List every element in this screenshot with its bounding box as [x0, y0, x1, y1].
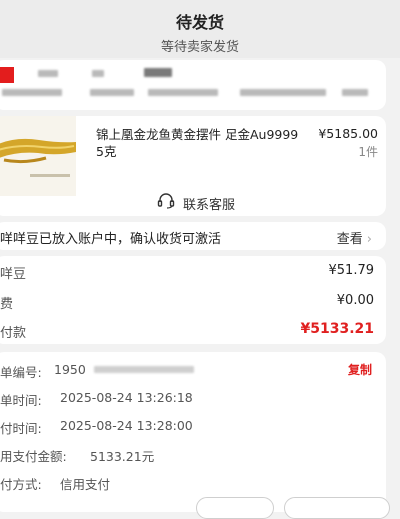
- paid-amount: ¥5133.21: [300, 321, 374, 337]
- product-name[interactable]: 锦上凰金龙鱼黄金摆件 足金Au9999 5克: [96, 126, 306, 160]
- status-title: 待发货: [175, 13, 224, 32]
- price-row-label: 费: [0, 297, 14, 312]
- redacted-text: [2, 89, 62, 96]
- bean-notice-card[interactable]: 咩咩豆已放入账户中，确认收货可激活 查看 ›: [0, 222, 386, 250]
- address-card[interactable]: [0, 60, 386, 110]
- price-row-label: 付款: [0, 326, 27, 341]
- detail-label: 付时间:: [0, 421, 42, 436]
- detail-value: 1950: [54, 362, 86, 377]
- customer-service-button[interactable]: 联系客服: [0, 191, 392, 215]
- detail-label: 付方式:: [0, 477, 42, 492]
- detail-value: 信用支付: [60, 477, 111, 492]
- price-row-value: ¥51.79: [328, 263, 375, 278]
- order-details-card: 复制 单编号: 1950 单时间: 2025-08-24 13:26:18 付时…: [0, 352, 386, 512]
- detail-label: 单时间:: [0, 393, 42, 408]
- detail-label: 用支付金额:: [0, 449, 67, 464]
- product-price: ¥5185.00: [318, 126, 378, 141]
- headset-icon: [157, 193, 175, 213]
- copy-button[interactable]: 复制: [348, 361, 372, 378]
- chevron-right-icon: ›: [366, 232, 372, 247]
- redacted-text: [240, 89, 326, 96]
- price-row-label: 咩豆: [0, 267, 27, 282]
- redacted-text: [38, 70, 58, 77]
- product-quantity: 1件: [358, 145, 378, 159]
- price-summary-card: 咩豆 ¥51.79 费 ¥0.00 付款 ¥5133.21: [0, 256, 386, 344]
- price-row-value: ¥0.00: [336, 293, 374, 308]
- status-subtitle: 等待卖家发货: [160, 40, 239, 55]
- detail-value: 2025-08-24 13:28:00: [60, 418, 193, 433]
- notice-text: 咩咩豆已放入账户中，确认收货可激活: [0, 232, 222, 247]
- redacted-text: [342, 89, 368, 96]
- view-link[interactable]: 查看 ›: [337, 228, 372, 247]
- redacted-text: [144, 68, 172, 77]
- detail-value: 5133.21元: [90, 449, 155, 464]
- redacted-text: [94, 366, 194, 373]
- detail-label: 单编号:: [0, 365, 42, 380]
- redacted-text: [90, 89, 134, 96]
- view-link-label: 查看: [336, 232, 363, 247]
- customer-service-label: 联系客服: [182, 197, 235, 213]
- product-image[interactable]: [0, 116, 76, 196]
- order-status-header: 待发货 等待卖家发货: [0, 0, 400, 58]
- detail-value: 2025-08-24 13:26:18: [60, 390, 193, 405]
- bottom-action-button[interactable]: [284, 497, 390, 519]
- bottom-action-button[interactable]: [196, 497, 274, 519]
- redacted-text: [92, 70, 104, 77]
- store-tag-icon: [0, 67, 14, 83]
- redacted-text: [148, 89, 218, 96]
